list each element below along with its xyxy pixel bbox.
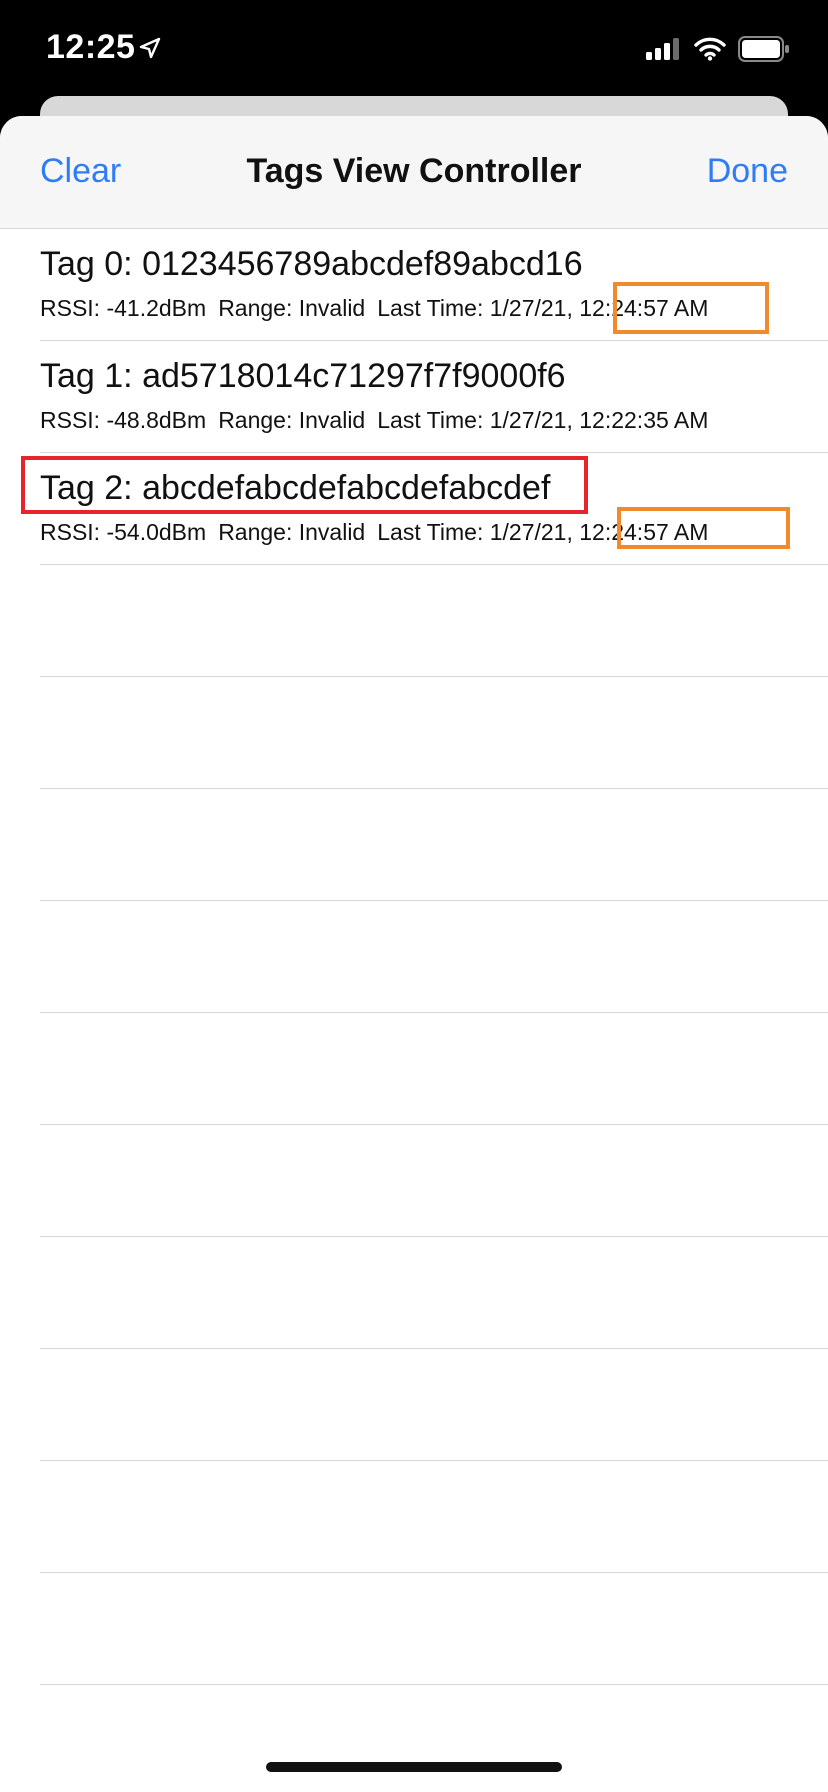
empty-row xyxy=(40,1349,828,1461)
highlight-box-tag2-title xyxy=(21,456,588,514)
highlight-box-tag2-time xyxy=(617,507,790,549)
empty-row xyxy=(40,1125,828,1237)
empty-row xyxy=(40,1461,828,1573)
tag-rssi: RSSI: -41.2dBm xyxy=(40,295,207,321)
empty-row xyxy=(40,1685,828,1792)
tag-last-time: Last Time: 1/27/21, xyxy=(377,295,573,321)
tag-detail: RSSI: -41.2dBm Range: Invalid Last Time: 1… xyxy=(40,295,708,322)
empty-row xyxy=(40,1573,828,1685)
navigation-bar: Clear Tags View Controller Done xyxy=(0,116,828,229)
done-button[interactable]: Done xyxy=(707,152,788,191)
tag-row[interactable]: Tag 1: ad5718014c71297f7f9000f6 RSSI: -4… xyxy=(40,341,828,453)
empty-row xyxy=(40,677,828,789)
empty-row xyxy=(40,901,828,1013)
location-arrow-icon xyxy=(138,36,162,65)
home-indicator xyxy=(266,1762,562,1772)
status-time: 12:25 xyxy=(46,28,136,66)
tag-range: Range: Invalid xyxy=(218,519,366,545)
tag-last-time: Last Time: 1/27/21, xyxy=(377,519,573,545)
status-bar: 12:25 xyxy=(0,0,828,100)
tag-detail: RSSI: -54.0dBm Range: Invalid Last Time: 1… xyxy=(40,519,708,546)
page-title: Tags View Controller xyxy=(246,152,582,190)
empty-row xyxy=(40,1237,828,1349)
tag-rssi: RSSI: -48.8dBm xyxy=(40,407,207,433)
wifi-icon xyxy=(694,37,726,66)
tag-last-time: Last Time: 1/27/21, xyxy=(377,407,573,433)
tag-range: Range: Invalid xyxy=(218,407,366,433)
tag-detail: RSSI: -48.8dBm Range: Invalid Last Time: 1… xyxy=(40,407,708,434)
modal-sheet: Clear Tags View Controller Done Tag 0: 0… xyxy=(0,116,828,1792)
tag-title: Tag 0: 0123456789abcdef89abcd16 xyxy=(40,245,583,283)
highlight-box-tag0-time xyxy=(613,282,769,334)
tag-rssi: RSSI: -54.0dBm xyxy=(40,519,207,545)
tag-range: Range: Invalid xyxy=(218,295,366,321)
empty-row xyxy=(40,789,828,901)
tag-title: Tag 1: ad5718014c71297f7f9000f6 xyxy=(40,357,566,395)
empty-row xyxy=(40,565,828,677)
cellular-signal-icon xyxy=(646,38,682,65)
empty-row xyxy=(40,1013,828,1125)
battery-icon xyxy=(738,36,790,67)
tag-last-time-clock: 12:22:35 AM xyxy=(579,407,709,433)
